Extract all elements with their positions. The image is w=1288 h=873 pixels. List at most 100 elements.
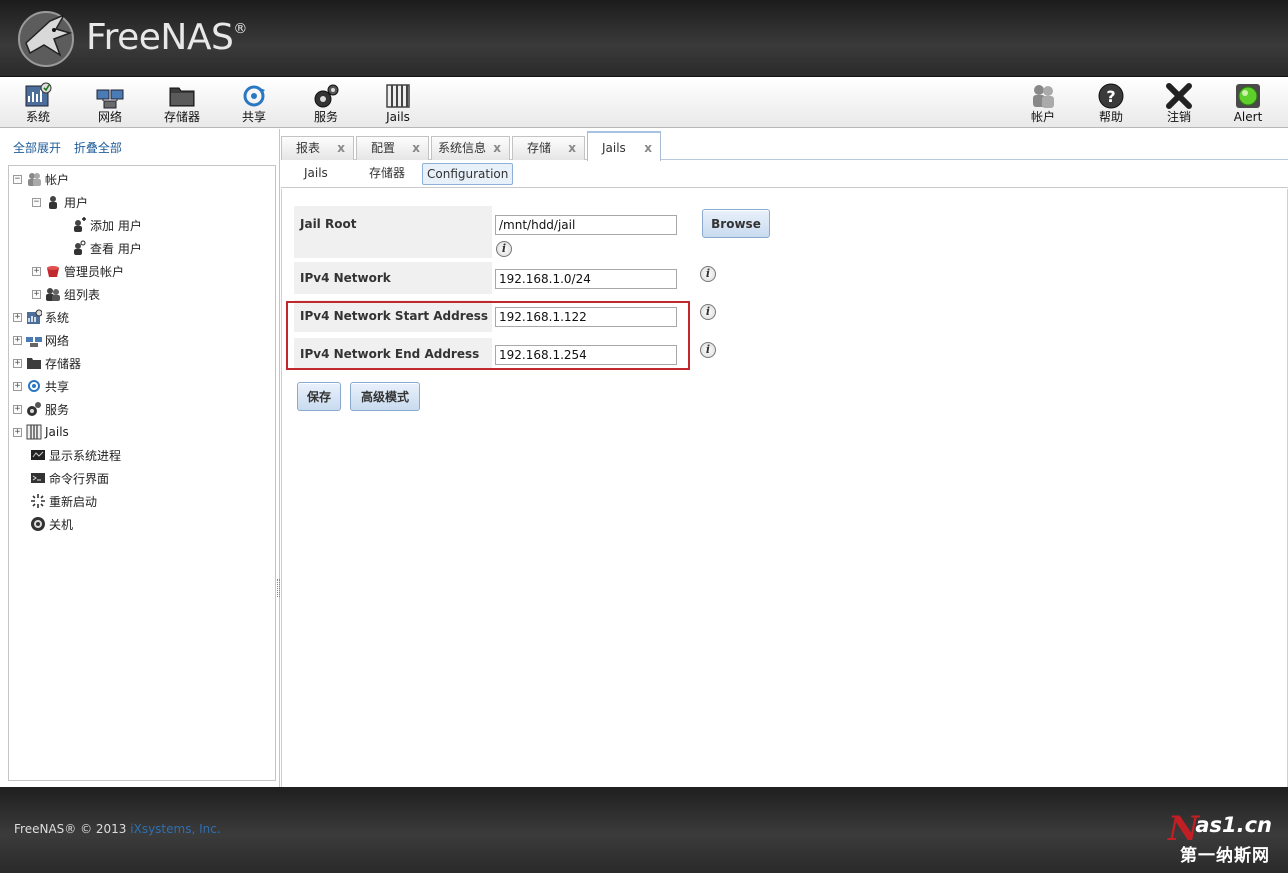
tree-item-reboot[interactable]: 重新启动 [30,491,97,511]
tree-item-sharing[interactable]: + 共享 [13,376,69,396]
toolbar-system-button[interactable]: 系统 [8,80,68,126]
tab-storage[interactable]: 存储 x [512,136,585,160]
tree-expander[interactable]: + [13,427,22,437]
tree-item-system[interactable]: + 系统 [13,307,69,327]
tree-item-network[interactable]: + 网络 [13,330,69,350]
user-icon [49,196,57,209]
tree-expander[interactable]: + [13,404,22,414]
toolbar-storage-button[interactable]: 存储器 [152,80,212,126]
watermark-name: 第一纳斯网 [1180,846,1270,866]
tab-close-icon[interactable]: x [493,137,501,159]
browse-button[interactable]: Browse [702,209,770,238]
tree-item-label: 网络 [45,333,70,348]
jail-root-info-icon[interactable]: i [496,241,512,257]
admin-icon [47,266,59,277]
ipv4-network-input[interactable] [495,269,677,289]
toolbar-help-button[interactable]: ? 帮助 [1081,80,1141,126]
tab-label: 存储 [527,141,552,155]
tree-expander[interactable]: + [13,358,22,368]
tree-expander[interactable]: + [32,266,41,276]
tree-item-label: 重新启动 [49,494,98,509]
tree-item-view-users[interactable]: 查看 用户 [71,238,142,258]
tab-settings[interactable]: 配置 x [356,136,429,160]
tab-close-icon[interactable]: x [337,137,345,159]
tree-item-jails[interactable]: + Jails [13,422,69,442]
toolbar-network-button[interactable]: 网络 [80,80,140,126]
header: FreeNAS® [0,0,1288,77]
copyright-label: FreeNAS® © 2013 [14,822,127,836]
services-icon [314,84,339,108]
expand-all-link[interactable]: 全部展开 [13,141,61,155]
toolbar-alert-button[interactable]: Alert [1218,80,1278,126]
tree-item-storage[interactable]: + 存储器 [13,353,81,373]
tab-system-info[interactable]: 系统信息 x [431,136,510,160]
tab-reports[interactable]: 报表 x [281,136,354,160]
tab-close-icon[interactable]: x [568,137,576,159]
collapse-all-link[interactable]: 折叠全部 [74,141,122,155]
tree-expander[interactable]: + [13,381,22,391]
tab-jails[interactable]: Jails x [587,131,661,161]
services-icon [27,402,41,416]
save-button[interactable]: 保存 [297,382,341,411]
network-icon [96,89,124,109]
ipv4-start-info-icon[interactable]: i [700,304,716,320]
ipv4-end-info-icon[interactable]: i [700,342,716,358]
system-icon [25,82,52,107]
tab-label: 报表 [296,141,321,155]
top-toolbar: 系统 网络 存储器 共享 服务 Jails 帐户 ? 帮助 注销 Alert [0,78,1288,128]
tree-item-shutdown[interactable]: 关机 [30,514,73,534]
sidebar: 全部展开 折叠全部 − 帐户 − 用户 添加 用户 查看 用户 + 管理员帐户 … [0,129,280,787]
tree-expander[interactable]: + [13,312,22,322]
system-icon [27,309,42,324]
tab-close-icon[interactable]: x [644,133,652,163]
toolbar-services-button[interactable]: 服务 [296,80,356,126]
jails-icon [26,424,42,440]
toolbar-alert-label: Alert [1233,110,1263,124]
tree-item-groups[interactable]: + 组列表 [32,284,100,304]
advanced-mode-button[interactable]: 高级模式 [350,382,420,411]
sharing-icon [28,380,40,392]
tree-item-label: 管理员帐户 [64,264,125,279]
tree-item-add-user[interactable]: 添加 用户 [71,215,142,235]
tree-expander[interactable]: − [13,174,22,184]
tree-item-account[interactable]: − 帐户 [13,169,69,189]
ixsystems-link[interactable]: iXsystems, Inc. [130,822,220,836]
tree-actions: 全部展开 折叠全部 [13,139,131,156]
subtab-configuration[interactable]: Configuration [422,163,514,185]
tree-expander[interactable]: + [13,335,22,345]
subtab-jails[interactable]: Jails [300,163,332,185]
sub-tab-bar: Jails 存储器 Configuration [281,160,1288,188]
processes-icon [31,450,45,460]
brand-logo-text: FreeNAS® [86,17,247,58]
toolbar-logout-button[interactable]: 注销 [1149,80,1209,126]
tree-item-label: 添加 用户 [90,218,142,233]
toolbar-account-button[interactable]: 帐户 [1013,80,1073,126]
toolbar-services-label: 服务 [313,110,338,124]
tree-item-admin-account[interactable]: + 管理员帐户 [32,261,124,281]
tree-item-users[interactable]: − 用户 [32,192,88,212]
pane-splitter-handle[interactable] [277,579,280,597]
tab-close-icon[interactable]: x [412,137,420,159]
alert-icon [1236,84,1260,108]
toolbar-jails-button[interactable]: Jails [368,80,428,126]
tree-item-shell[interactable]: 命令行界面 [30,468,109,488]
toolbar-sharing-button[interactable]: 共享 [224,80,284,126]
tab-bar: 报表 x 配置 x 系统信息 x 存储 x Jails x [281,129,1288,161]
jail-root-input[interactable] [495,215,677,235]
tree-item-label: 系统 [45,310,70,325]
subtab-storage[interactable]: 存储器 [365,163,409,185]
copyright-text: FreeNAS® © 2013 iXsystems, Inc. [14,822,221,836]
logout-icon [1166,83,1192,109]
tree-item-label: 显示系统进程 [49,448,122,463]
highlight-box [286,301,690,370]
tree-item-label: 用户 [64,195,89,210]
tree-item-display-processes[interactable]: 显示系统进程 [30,445,121,465]
ipv4-network-info-icon[interactable]: i [700,266,716,282]
tree-item-services[interactable]: + 服务 [13,399,69,419]
tree-expander[interactable]: + [32,289,41,299]
tree-expander[interactable]: − [32,197,41,207]
toolbar-jails-label: Jails [386,110,410,124]
network-icon [26,337,42,347]
shutdown-icon [31,517,45,531]
view-users-icon [74,240,86,255]
